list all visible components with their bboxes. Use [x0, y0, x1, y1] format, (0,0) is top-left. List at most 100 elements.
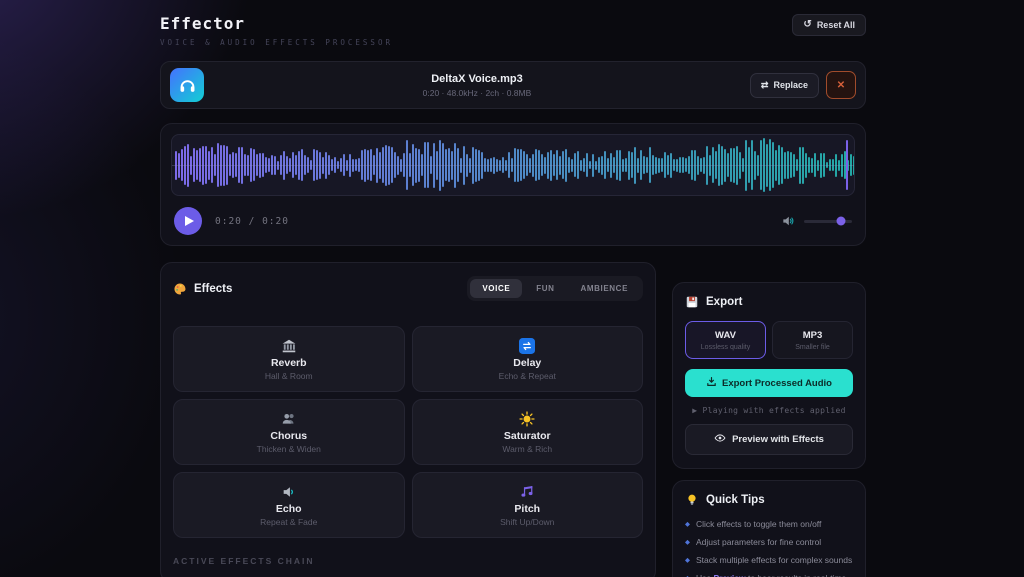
effect-desc: Shift Up/Down — [500, 517, 554, 527]
remove-file-button[interactable]: ✕ — [826, 71, 856, 99]
floppy-disk-icon — [685, 295, 699, 309]
effect-card-reverb[interactable]: Reverb Hall & Room — [173, 326, 405, 392]
effects-header: Effects VOICEFUNAMBIENCE — [173, 276, 643, 301]
format-label: MP3 — [775, 330, 850, 341]
tip-item: ◆ Use Preview to hear results in real-tim… — [685, 573, 853, 577]
effect-desc: Warm & Rich — [502, 444, 552, 454]
export-button-label: Export Processed Audio — [722, 378, 832, 389]
effect-card-pitch[interactable]: Pitch Shift Up/Down — [412, 472, 644, 538]
tip-text: Stack multiple effects for complex sound… — [696, 555, 852, 566]
effect-name: Echo — [276, 503, 302, 515]
tips-list: ◆ Click effects to toggle them on/off ◆ Adj… — [685, 519, 853, 577]
tip-item: ◆ Adjust parameters for fine control — [685, 537, 853, 548]
format-mp3-button[interactable]: MP3 Smaller file — [772, 321, 853, 359]
effects-title: Effects — [194, 283, 232, 295]
format-label: WAV — [688, 330, 763, 341]
effects-title-group: Effects — [173, 282, 232, 296]
export-audio-button[interactable]: Export Processed Audio — [685, 369, 853, 397]
people-icon — [281, 411, 297, 428]
player-controls: 0:20 / 0:20 — [171, 207, 855, 235]
effect-name: Reverb — [271, 357, 307, 369]
effect-desc: Hall & Room — [265, 371, 313, 381]
export-panel: Export WAVLossless quality MP3 Smaller fil… — [672, 282, 866, 469]
effect-name: Chorus — [270, 430, 307, 442]
playback-status-label: Playing with effects applied — [702, 406, 845, 415]
effect-desc: Echo & Repeat — [499, 371, 556, 381]
effects-panel: Effects VOICEFUNAMBIENCE Reverb Hall & Ro… — [160, 262, 656, 577]
header-titles: Effector VOICE & AUDIO EFFECTS PROCESSOR — [160, 14, 393, 47]
effect-card-echo[interactable]: Echo Repeat & Fade — [173, 472, 405, 538]
play-icon — [185, 216, 194, 226]
duration: 0:20 — [262, 216, 289, 227]
format-desc: Smaller file — [775, 344, 850, 351]
waveform-panel[interactable] — [171, 134, 855, 196]
volume-group — [781, 214, 852, 228]
lightbulb-icon — [685, 493, 699, 507]
export-title: Export — [706, 296, 742, 308]
tab-fun[interactable]: FUN — [524, 279, 566, 298]
tips-title: Quick Tips — [706, 494, 765, 506]
preview-button-label: Preview with Effects — [732, 434, 824, 445]
effect-desc: Thicken & Widen — [257, 444, 321, 454]
playhead-cursor[interactable] — [846, 140, 848, 190]
file-meta: 0:20 · 48.0kHz · 2ch · 0.8MB — [204, 88, 750, 98]
tip-text: Click effects to toggle them on/off — [696, 519, 821, 530]
palette-icon — [173, 282, 187, 296]
current-time: 0:20 — [215, 216, 242, 227]
speaker-icon — [281, 484, 297, 501]
waveform-card: 0:20 / 0:20 — [160, 123, 866, 246]
effect-card-delay[interactable]: Delay Echo & Repeat — [412, 326, 644, 392]
volume-thumb[interactable] — [837, 217, 846, 226]
active-effects-chain-label: ACTIVE EFFECTS CHAIN — [173, 556, 643, 566]
reset-icon: ↺ — [803, 20, 811, 30]
tips-header: Quick Tips — [685, 493, 853, 507]
sun-icon — [519, 411, 535, 428]
effect-card-chorus[interactable]: Chorus Thicken & Widen — [173, 399, 405, 465]
tip-bullet-icon: ◆ — [685, 537, 690, 548]
header: Effector VOICE & AUDIO EFFECTS PROCESSOR… — [160, 12, 866, 47]
headphones-icon — [170, 68, 204, 102]
right-column: Export WAVLossless quality MP3 Smaller fil… — [672, 282, 866, 577]
tab-ambience[interactable]: AMBIENCE — [569, 279, 640, 298]
waveform-centerline — [172, 165, 854, 166]
effect-name: Pitch — [514, 503, 540, 515]
close-icon: ✕ — [837, 80, 845, 91]
tab-voice[interactable]: VOICE — [470, 279, 522, 298]
tip-bullet-icon: ◆ — [685, 573, 690, 577]
file-info: DeltaX Voice.mp3 0:20 · 48.0kHz · 2ch · … — [204, 73, 750, 98]
replace-label: Replace — [773, 80, 808, 90]
playback-status: ▶ Playing with effects applied — [685, 406, 853, 415]
file-name: DeltaX Voice.mp3 — [204, 73, 750, 85]
file-card: DeltaX Voice.mp3 0:20 · 48.0kHz · 2ch · … — [160, 61, 866, 109]
bank-icon — [281, 338, 297, 355]
volume-icon — [781, 214, 795, 228]
effects-grid: Reverb Hall & Room Delay Echo & Repeat Choru… — [173, 326, 643, 538]
playing-icon: ▶ — [692, 406, 697, 415]
time-display: 0:20 / 0:20 — [215, 216, 289, 227]
tip-item: ◆ Click effects to toggle them on/off — [685, 519, 853, 530]
format-wav-button[interactable]: WAVLossless quality — [685, 321, 766, 359]
volume-slider[interactable] — [804, 220, 852, 223]
effects-tabs: VOICEFUNAMBIENCE — [467, 276, 643, 301]
tip-bullet-icon: ◆ — [685, 519, 690, 530]
tip-text: Use Preview to hear results in real-time — [696, 573, 846, 577]
notes-icon — [519, 484, 535, 501]
preview-button[interactable]: Preview with Effects — [685, 424, 853, 455]
app-subtitle: VOICE & AUDIO EFFECTS PROCESSOR — [160, 38, 393, 47]
format-options: WAVLossless quality MP3 Smaller file — [685, 321, 853, 359]
effect-card-saturator[interactable]: Saturator Warm & Rich — [412, 399, 644, 465]
reset-all-label: Reset All — [817, 20, 855, 30]
effect-desc: Repeat & Fade — [260, 517, 317, 527]
content-columns: Effects VOICEFUNAMBIENCE Reverb Hall & Ro… — [160, 262, 866, 577]
replace-button[interactable]: ⇄ Replace — [750, 73, 819, 98]
download-icon — [706, 376, 717, 390]
play-button[interactable] — [174, 207, 202, 235]
effect-name: Saturator — [504, 430, 551, 442]
effect-name: Delay — [513, 357, 541, 369]
eye-icon — [714, 432, 726, 447]
tip-text: Adjust parameters for fine control — [696, 537, 821, 548]
app-title: Effector — [160, 14, 393, 33]
tip-bullet-icon: ◆ — [685, 555, 690, 566]
export-header: Export — [685, 295, 853, 309]
reset-all-button[interactable]: ↺ Reset All — [792, 14, 866, 36]
